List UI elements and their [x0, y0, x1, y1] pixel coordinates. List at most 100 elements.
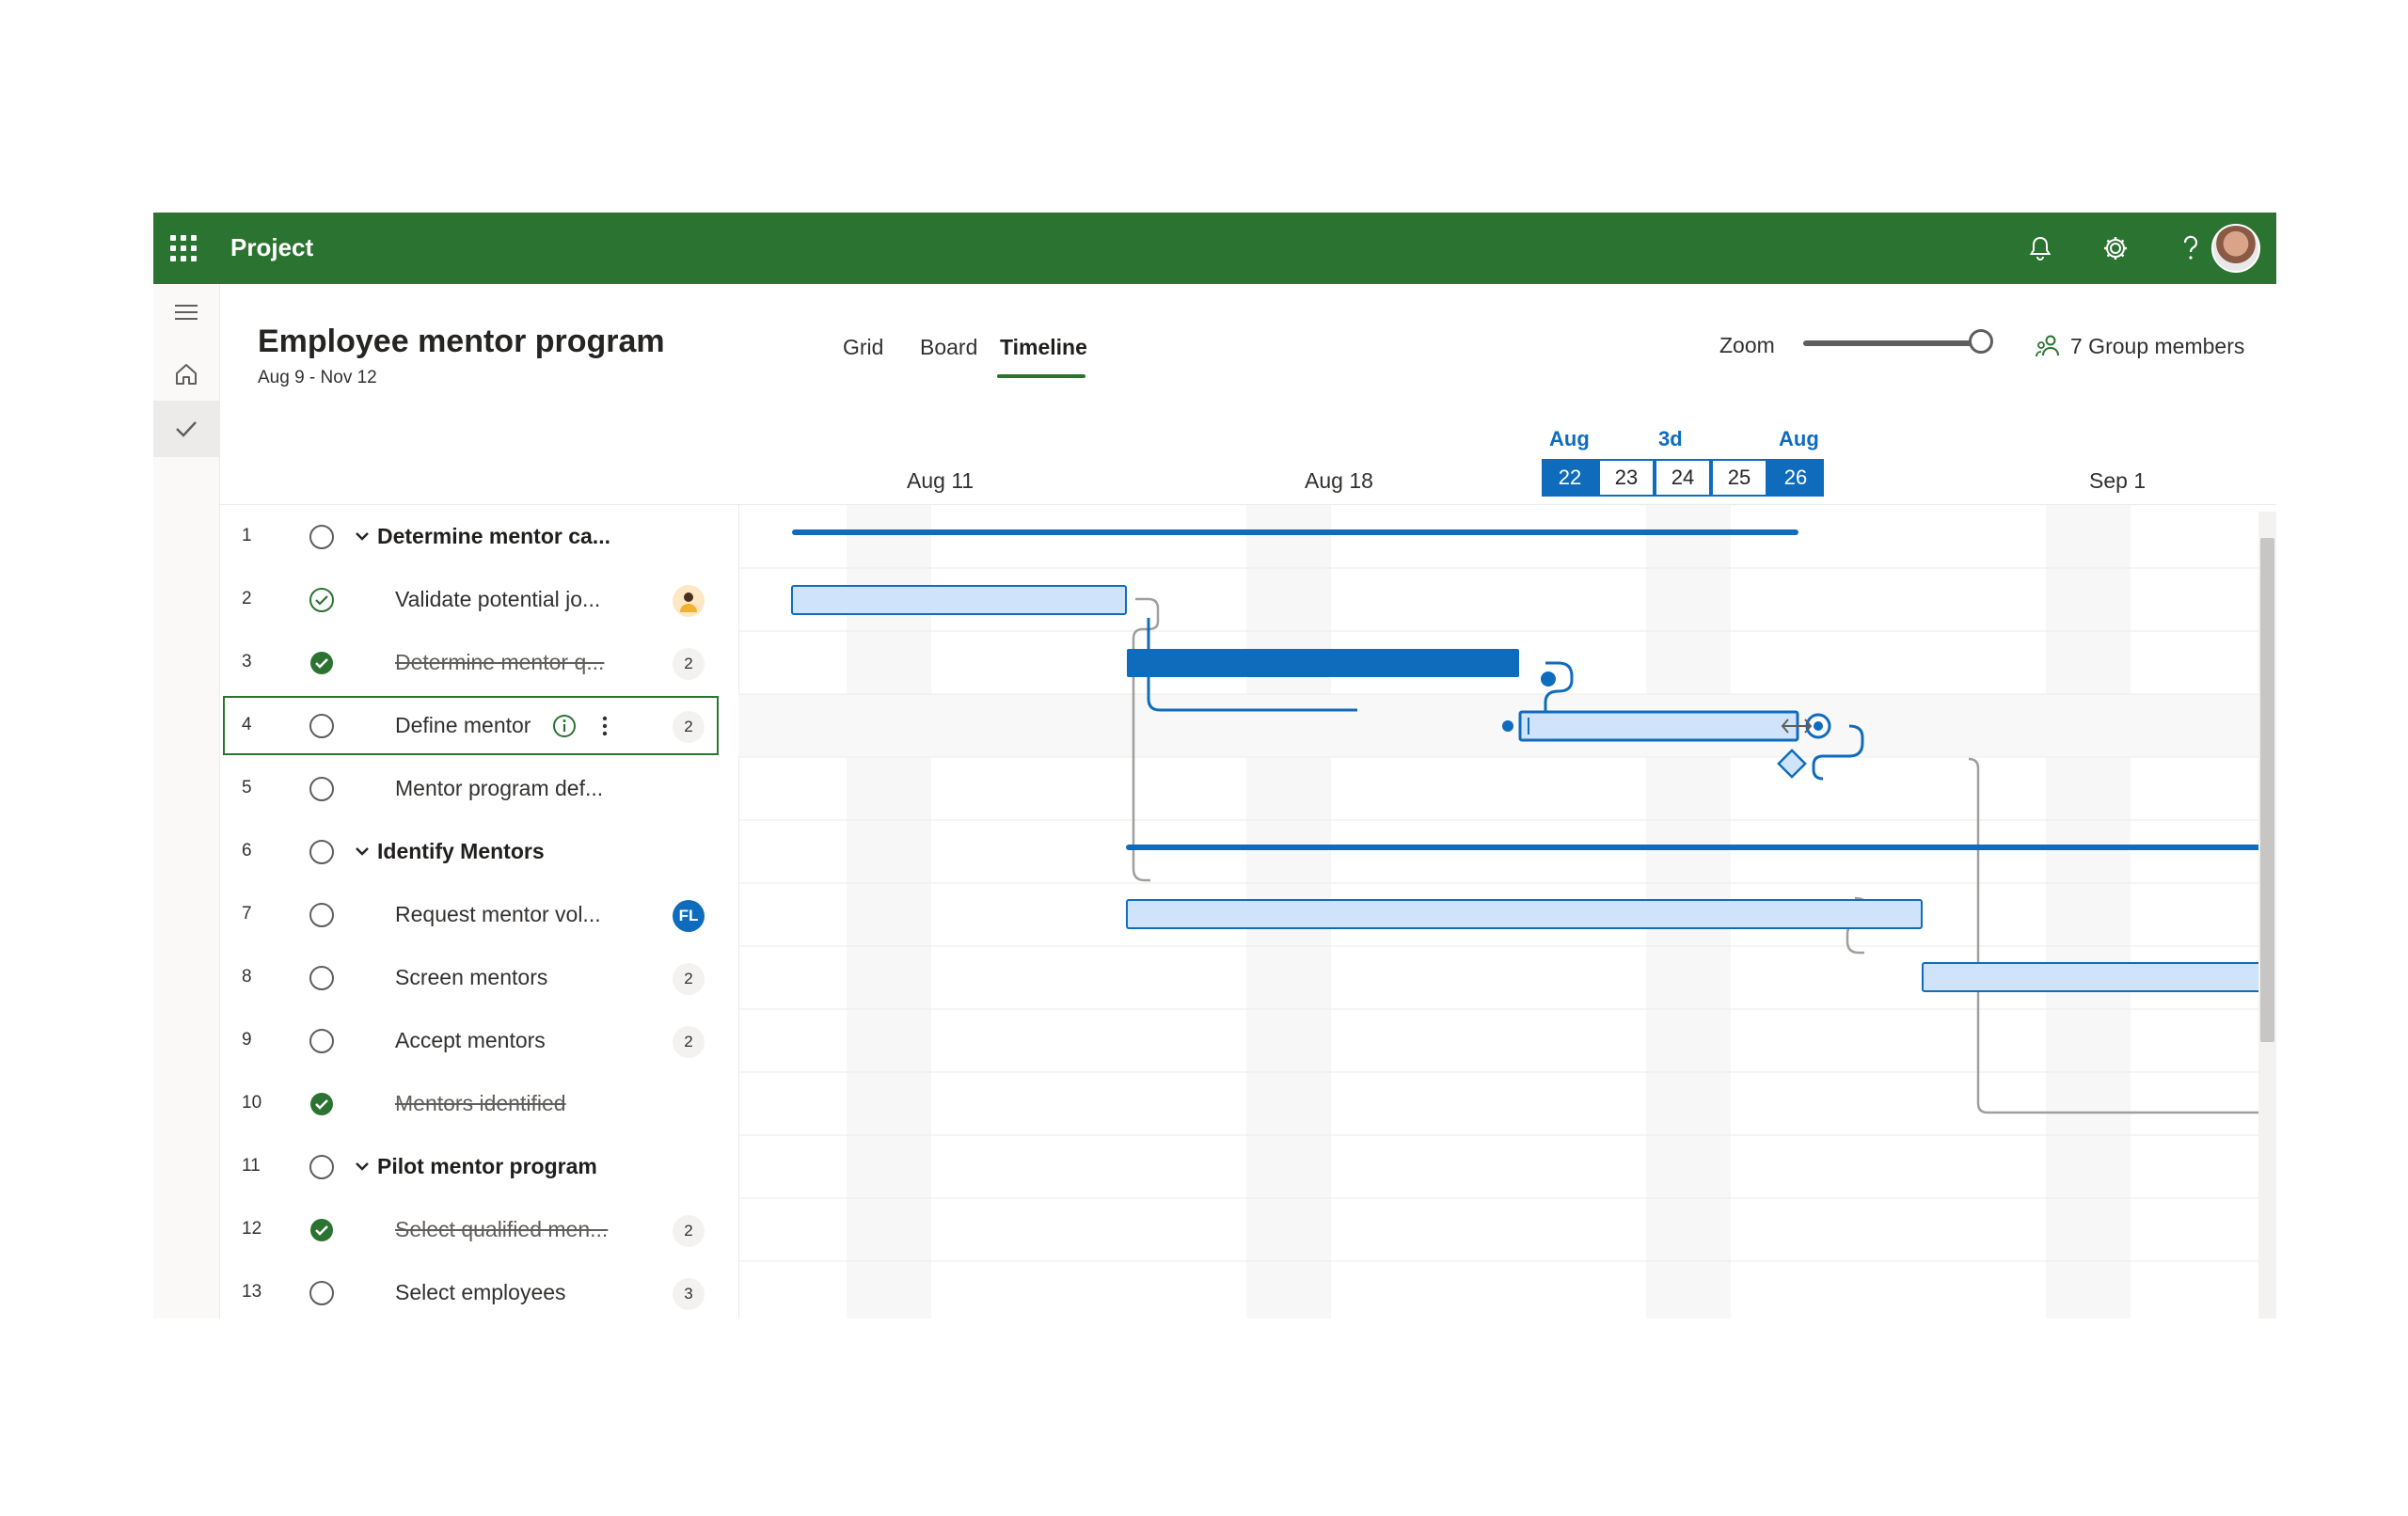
incomplete-circle-icon[interactable] [309, 1154, 335, 1180]
left-rail [153, 284, 220, 1319]
hamburger-menu-icon[interactable] [153, 284, 219, 340]
task-name[interactable]: Request mentor vol... [395, 902, 601, 927]
incomplete-circle-icon[interactable] [309, 713, 335, 739]
completed-check-icon[interactable] [309, 1091, 335, 1117]
incomplete-circle-icon[interactable] [309, 965, 335, 991]
tab-grid[interactable]: Grid [843, 335, 883, 360]
dependency-handle[interactable] [1502, 720, 1513, 732]
row-number: 5 [242, 778, 252, 797]
day-cell[interactable]: 23 [1598, 459, 1655, 497]
task-name[interactable]: Screen mentors [395, 965, 547, 990]
task-name[interactable]: Select employees [395, 1280, 566, 1305]
summary-task-row[interactable]: 1 Determine mentor ca... [219, 505, 738, 568]
task-name[interactable]: Mentor program def... [395, 776, 603, 801]
app-launcher-icon[interactable] [166, 231, 200, 265]
home-icon[interactable] [153, 346, 219, 403]
gantt-chart[interactable] [738, 505, 2276, 1319]
task-row[interactable]: 12 Select qualified men... 2 [219, 1198, 738, 1261]
task-name[interactable]: Validate potential jo... [395, 587, 600, 612]
selection-duration: 3d [1658, 427, 1683, 450]
active-tab-indicator [997, 374, 1085, 378]
task-row[interactable]: 2 Validate potential jo... [219, 568, 738, 631]
day-cell-selected[interactable]: 22 [1542, 459, 1598, 497]
task-name[interactable]: Determine mentor q... [395, 650, 604, 675]
day-cell-selected[interactable]: 26 [1767, 459, 1824, 497]
more-options-icon[interactable] [595, 711, 614, 741]
zoom-slider-track[interactable] [1803, 340, 1986, 346]
task-bar[interactable] [1126, 899, 1923, 929]
summary-bar[interactable] [1126, 845, 2276, 850]
summary-task-row[interactable]: 11 Pilot mentor program [219, 1135, 738, 1198]
user-avatar[interactable] [2211, 224, 2260, 273]
selection-end-month: Aug [1779, 427, 1819, 450]
assignee-avatar[interactable]: FL [673, 900, 705, 932]
task-bar[interactable] [1922, 962, 2276, 992]
tab-timeline[interactable]: Timeline [1000, 335, 1087, 360]
group-members-button[interactable]: 7 Group members [2035, 333, 2244, 359]
zoom-slider-thumb[interactable] [1969, 329, 1993, 354]
dependency-handle[interactable] [1541, 671, 1556, 687]
task-list: 1 Determine mentor ca... 2 Validate potenti… [219, 505, 739, 1319]
row-number: 8 [242, 967, 252, 987]
timeline-scale: Aug 11 Aug 18 Sep 1 Aug 3d Aug 22 23 24 … [153, 427, 2276, 504]
task-row[interactable]: 5 Mentor program def... [219, 757, 738, 820]
task-row[interactable]: 7 Request mentor vol... FL [219, 883, 738, 946]
incomplete-circle-icon[interactable] [309, 776, 335, 802]
assignee-count-badge[interactable]: 2 [673, 963, 705, 995]
timeline-grid: 1 Determine mentor ca... 2 Validate potenti… [219, 504, 2276, 1319]
info-icon[interactable] [551, 713, 578, 739]
task-bar-completed[interactable] [1127, 649, 1519, 677]
assignee-count-badge[interactable]: 3 [673, 1278, 705, 1310]
tab-board[interactable]: Board [920, 335, 977, 360]
incomplete-circle-icon[interactable] [309, 1028, 335, 1054]
scrollbar-thumb[interactable] [2260, 538, 2274, 1042]
assignee-count-badge[interactable]: 2 [673, 1215, 705, 1247]
task-name[interactable]: Define mentor [395, 713, 531, 738]
completed-check-icon[interactable] [309, 1217, 335, 1243]
summary-bar[interactable] [792, 529, 1798, 535]
task-row[interactable]: 4 Define mentor 2 [219, 694, 738, 757]
row-number: 11 [242, 1156, 261, 1176]
task-name[interactable]: Identify Mentors [377, 839, 545, 864]
gear-icon[interactable] [2097, 229, 2134, 267]
week-label: Aug 11 [907, 468, 974, 493]
assignee-avatar[interactable] [673, 585, 705, 617]
completed-check-icon[interactable] [309, 650, 335, 676]
in-progress-check-icon[interactable] [309, 587, 335, 613]
incomplete-circle-icon[interactable] [309, 1280, 335, 1306]
row-number: 3 [242, 652, 252, 671]
task-row[interactable]: 3 Determine mentor q... 2 [219, 631, 738, 694]
incomplete-circle-icon[interactable] [309, 839, 335, 865]
chevron-down-icon[interactable] [354, 528, 371, 545]
assignee-count-badge[interactable]: 2 [673, 648, 705, 680]
incomplete-circle-icon[interactable] [309, 902, 335, 928]
row-number: 7 [242, 904, 252, 924]
task-row[interactable]: 10 Mentors identified [219, 1072, 738, 1135]
chevron-down-icon[interactable] [354, 1158, 371, 1175]
app-name[interactable]: Project [230, 233, 313, 262]
incomplete-circle-icon[interactable] [309, 524, 335, 550]
assignee-count-badge[interactable]: 2 [673, 1026, 705, 1058]
day-cell[interactable]: 25 [1711, 459, 1767, 497]
assignee-count-badge[interactable]: 2 [673, 711, 705, 743]
top-bar: Project [153, 213, 2276, 284]
row-number: 9 [242, 1030, 252, 1050]
project-title[interactable]: Employee mentor program [258, 324, 665, 360]
task-name[interactable]: Pilot mentor program [377, 1154, 597, 1179]
task-name[interactable]: Accept mentors [395, 1028, 546, 1053]
help-icon[interactable] [2172, 229, 2210, 267]
task-name[interactable]: Determine mentor ca... [377, 524, 610, 549]
summary-task-row[interactable]: 6 Identify Mentors [219, 820, 738, 883]
bell-icon[interactable] [2021, 229, 2059, 267]
chevron-down-icon[interactable] [354, 843, 371, 860]
day-cell[interactable]: 24 [1655, 459, 1711, 497]
task-bar[interactable] [791, 585, 1127, 615]
weekend-shade [2046, 505, 2131, 1319]
people-icon [2036, 335, 2059, 357]
task-row[interactable]: 8 Screen mentors 2 [219, 946, 738, 1009]
task-row[interactable]: 13 Select employees 3 [219, 1261, 738, 1319]
task-name[interactable]: Mentors identified [395, 1091, 566, 1116]
task-row[interactable]: 9 Accept mentors 2 [219, 1009, 738, 1072]
task-bar-selected[interactable] [1518, 710, 1799, 742]
task-name[interactable]: Select qualified men... [395, 1217, 608, 1242]
